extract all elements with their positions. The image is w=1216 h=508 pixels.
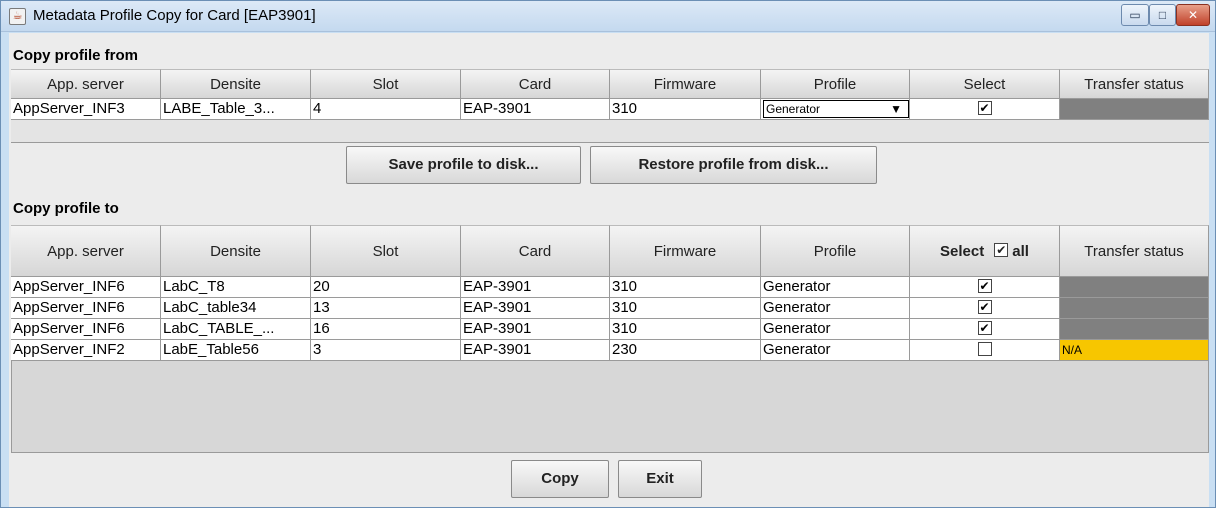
cell-app-server[interactable]: AppServer_INF6 (11, 319, 161, 340)
header-app-server[interactable]: App. server (11, 225, 161, 277)
cell-app-server[interactable]: AppServer_INF6 (11, 298, 161, 319)
cell-select[interactable] (910, 340, 1060, 361)
header-slot[interactable]: Slot (311, 225, 461, 277)
cell-card[interactable]: EAP-3901 (461, 298, 610, 319)
table-row[interactable]: AppServer_INF6 LabC_T8 20 EAP-3901 310 Genera… (11, 277, 1209, 298)
minimize-button[interactable]: ▭ (1121, 4, 1149, 26)
close-button[interactable]: ✕ (1176, 4, 1210, 26)
cell-transfer-status (1060, 319, 1209, 340)
cell-densite[interactable]: LABE_Table_3... (161, 99, 311, 120)
select-label: Select (940, 242, 985, 260)
cell-profile[interactable]: Generator (761, 319, 910, 340)
header-profile[interactable]: Profile (761, 225, 910, 277)
cell-slot[interactable]: 20 (311, 277, 461, 298)
cell-card[interactable]: EAP-3901 (461, 319, 610, 340)
header-card[interactable]: Card (461, 69, 610, 99)
row-select-checkbox[interactable]: ✔ (977, 300, 992, 315)
cell-densite[interactable]: LabE_Table56 (161, 340, 311, 361)
dialog-content: Copy profile from App. server Densite Sl… (9, 33, 1209, 507)
cell-card[interactable]: EAP-3901 (461, 340, 610, 361)
header-transfer-status[interactable]: Transfer status (1060, 69, 1209, 99)
cell-transfer-status (1060, 99, 1209, 120)
cell-select[interactable]: ✔ (910, 298, 1060, 319)
header-slot[interactable]: Slot (311, 69, 461, 99)
cell-firmware[interactable]: 310 (610, 277, 761, 298)
from-select-checkbox[interactable]: ✔ (977, 101, 992, 116)
select-all-checkbox[interactable]: ✔ (994, 243, 1009, 257)
copy-to-header-row: App. server Densite Slot Card Firmware P… (11, 225, 1209, 277)
cell-slot[interactable]: 13 (311, 298, 461, 319)
copy-to-table: App. server Densite Slot Card Firmware P… (11, 225, 1209, 361)
restore-profile-from-disk-button[interactable]: Restore profile from disk... (590, 146, 877, 184)
cell-firmware[interactable]: 310 (610, 99, 761, 120)
cell-select[interactable]: ✔ (910, 277, 1060, 298)
copy-to-rows: AppServer_INF6 LabC_T8 20 EAP-3901 310 Genera… (11, 277, 1209, 361)
cell-firmware[interactable]: 310 (610, 319, 761, 340)
profile-dropdown-value: Generator (766, 102, 821, 116)
cell-firmware[interactable]: 230 (610, 340, 761, 361)
cell-densite[interactable]: LabC_TABLE_... (161, 319, 311, 340)
cell-app-server[interactable]: AppServer_INF2 (11, 340, 161, 361)
cell-slot[interactable]: 4 (311, 99, 461, 120)
select-all-label: all (1012, 242, 1029, 260)
profile-dropdown[interactable]: Generator ▼ (763, 100, 909, 118)
copy-from-header-row: App. server Densite Slot Card Firmware P… (11, 69, 1209, 99)
cell-app-server[interactable]: AppServer_INF3 (11, 99, 161, 120)
cell-transfer-status: N/A (1060, 340, 1209, 361)
copy-from-label: Copy profile from (13, 47, 139, 64)
cell-firmware[interactable]: 310 (610, 298, 761, 319)
cell-app-server[interactable]: AppServer_INF6 (11, 277, 161, 298)
cell-card[interactable]: EAP-3901 (461, 277, 610, 298)
window-title: Metadata Profile Copy for Card [EAP3901] (33, 7, 316, 24)
copy-from-row[interactable]: AppServer_INF3 LABE_Table_3... 4 EAP-390… (11, 99, 1209, 120)
cell-profile[interactable]: Generator (761, 298, 910, 319)
copy-to-label: Copy profile to (13, 200, 119, 217)
cell-select[interactable]: ✔ (910, 319, 1060, 340)
cell-profile[interactable]: Generator (761, 340, 910, 361)
header-select[interactable]: Select (910, 69, 1060, 99)
copy-from-table: App. server Densite Slot Card Firmware P… (11, 69, 1209, 120)
row-select-checkbox[interactable] (977, 342, 992, 357)
cell-card[interactable]: EAP-3901 (461, 99, 610, 120)
maximize-button[interactable]: □ (1149, 4, 1176, 26)
cell-slot[interactable]: 16 (311, 319, 461, 340)
row-select-checkbox[interactable]: ✔ (977, 321, 992, 336)
java-app-icon: ☕ (9, 8, 26, 25)
metadata-profile-copy-window: ☕ Metadata Profile Copy for Card [EAP390… (0, 0, 1216, 508)
header-firmware[interactable]: Firmware (610, 69, 761, 99)
header-profile[interactable]: Profile (761, 69, 910, 99)
cell-densite[interactable]: LabC_T8 (161, 277, 311, 298)
header-card[interactable]: Card (461, 225, 610, 277)
cell-densite[interactable]: LabC_table34 (161, 298, 311, 319)
cell-select[interactable]: ✔ (910, 99, 1060, 120)
table-row[interactable]: AppServer_INF6 LabC_table34 13 EAP-3901 310 G… (11, 298, 1209, 319)
exit-button[interactable]: Exit (618, 460, 702, 498)
cell-profile[interactable]: Generator (761, 277, 910, 298)
save-profile-to-disk-button[interactable]: Save profile to disk... (346, 146, 581, 184)
header-densite[interactable]: Densite (161, 225, 311, 277)
title-bar[interactable]: ☕ Metadata Profile Copy for Card [EAP390… (1, 1, 1215, 32)
dropdown-arrow-icon[interactable]: ▼ (890, 101, 902, 117)
cell-transfer-status (1060, 277, 1209, 298)
header-densite[interactable]: Densite (161, 69, 311, 99)
cell-slot[interactable]: 3 (311, 340, 461, 361)
cell-transfer-status (1060, 298, 1209, 319)
header-firmware[interactable]: Firmware (610, 225, 761, 277)
header-transfer-status[interactable]: Transfer status (1060, 225, 1209, 277)
header-select-all[interactable]: Select ✔ all (910, 225, 1060, 277)
cell-profile[interactable]: Generator ▼ (761, 99, 910, 120)
table-row[interactable]: AppServer_INF2 LabE_Table56 3 EAP-3901 230 Ge… (11, 340, 1209, 361)
header-app-server[interactable]: App. server (11, 69, 161, 99)
copy-button[interactable]: Copy (511, 460, 609, 498)
row-select-checkbox[interactable]: ✔ (977, 279, 992, 294)
table-row[interactable]: AppServer_INF6 LabC_TABLE_... 16 EAP-3901 31… (11, 319, 1209, 340)
